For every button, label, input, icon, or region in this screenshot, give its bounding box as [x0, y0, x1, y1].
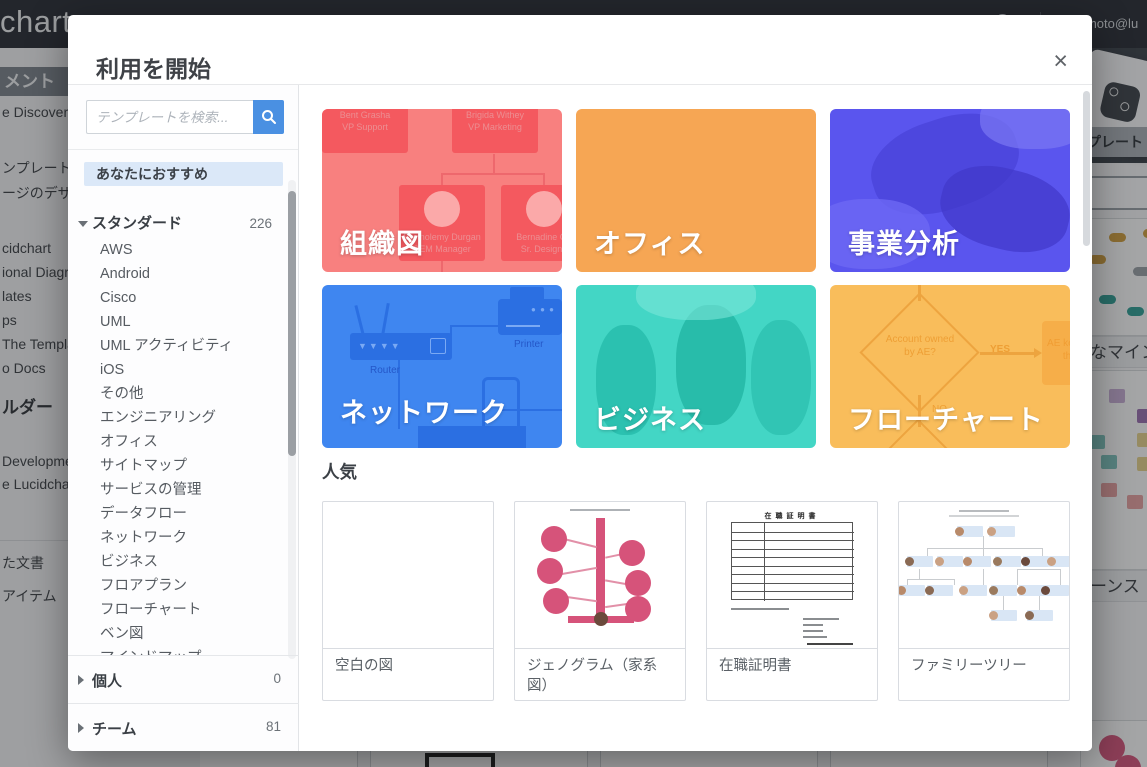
genogram-avatar: [594, 612, 608, 626]
search-button[interactable]: [253, 100, 284, 134]
tile-network[interactable]: ▼▼▼▼ Router ● ● ● Printer Smart Phone ネッ…: [322, 285, 562, 448]
category-item-network[interactable]: ネットワーク: [68, 526, 290, 550]
category-count: 0: [273, 671, 281, 686]
get-started-modal: 利用を開始 × あなたにおすすめ スタンダード 226 AWS Android …: [68, 15, 1092, 751]
search-icon: [261, 109, 277, 125]
category-item-office[interactable]: オフィス: [68, 430, 290, 454]
template-card-label: 空白の図: [323, 648, 493, 700]
chevron-right-icon: [78, 675, 84, 685]
popular-heading: 人気: [322, 459, 357, 484]
tile-flowchart[interactable]: Account owned by AE? YES AE keeps ownthe…: [830, 285, 1070, 448]
category-count: 226: [249, 210, 272, 238]
org-node: Bernadine GoSr. Designe: [501, 185, 562, 261]
template-category-panel: あなたにおすすめ スタンダード 226 AWS Android Cisco UM…: [68, 85, 299, 751]
category-item-venn[interactable]: ベン図: [68, 622, 290, 646]
blank-thumbnail: [323, 502, 493, 648]
chevron-down-icon: [78, 221, 88, 227]
tile-business[interactable]: ビジネス: [576, 285, 816, 448]
tile-org-chart[interactable]: Bent GrashaVP Support Brigida WitheyVP M…: [322, 109, 562, 272]
family-tree-thumbnail: [899, 502, 1069, 648]
modal-scrollbar-thumb[interactable]: [1083, 91, 1090, 246]
category-item-uml-activity[interactable]: UML アクティビティ: [68, 334, 290, 358]
template-card-label: ファミリーツリー: [899, 648, 1069, 700]
category-item-cisco[interactable]: Cisco: [68, 286, 290, 310]
template-card-family-tree[interactable]: ファミリーツリー: [898, 501, 1070, 701]
tile-business-analysis[interactable]: 事業分析: [830, 109, 1070, 272]
category-item-other[interactable]: その他: [68, 382, 290, 406]
template-card-genogram[interactable]: ジェノグラム（家系図）: [514, 501, 686, 701]
category-item-ios[interactable]: iOS: [68, 358, 290, 382]
modal-title: 利用を開始: [96, 50, 211, 84]
genogram-thumbnail: [515, 502, 685, 648]
category-item-android[interactable]: Android: [68, 262, 290, 286]
category-standard[interactable]: スタンダード 226: [68, 210, 290, 238]
router-shape: ▼▼▼▼: [350, 333, 452, 360]
search-input[interactable]: [86, 100, 253, 134]
certificate-thumbnail: 在職証明書: [707, 502, 877, 648]
flowchart-box: AE keeps ownthe acc: [1042, 321, 1070, 385]
template-gallery: Bent GrashaVP Support Brigida WitheyVP M…: [300, 85, 1092, 751]
printer-shape: ● ● ●: [498, 299, 562, 335]
category-item-uml[interactable]: UML: [68, 310, 290, 334]
panel-divider: [68, 149, 298, 150]
tile-office[interactable]: オフィス: [576, 109, 816, 272]
category-tree: スタンダード 226 AWS Android Cisco UML UML アクテ…: [68, 210, 290, 655]
category-item-service-mgmt[interactable]: サービスの管理: [68, 478, 290, 502]
org-node: Bent GrashaVP Support: [322, 109, 408, 153]
category-item-engineering[interactable]: エンジニアリング: [68, 406, 290, 430]
category-item-business[interactable]: ビジネス: [68, 550, 290, 574]
template-card-blank[interactable]: 空白の図: [322, 501, 494, 701]
close-icon[interactable]: ×: [1053, 49, 1068, 74]
category-count: 81: [266, 719, 281, 734]
chevron-right-icon: [78, 723, 84, 733]
panel-scrollbar-thumb[interactable]: [288, 191, 296, 456]
recommended-for-you[interactable]: あなたにおすすめ: [84, 162, 283, 186]
category-item-aws[interactable]: AWS: [68, 238, 290, 262]
org-node: Brigida WitheyVP Marketing: [452, 109, 538, 153]
category-item-mindmap[interactable]: マインドマップ: [68, 646, 290, 655]
category-item-dataflow[interactable]: データフロー: [68, 502, 290, 526]
category-item-flowchart[interactable]: フローチャート: [68, 598, 290, 622]
template-card-label: 在職証明書: [707, 648, 877, 700]
category-team[interactable]: チーム 81: [68, 703, 299, 751]
template-card-employment-certificate[interactable]: 在職証明書 在職証明書: [706, 501, 878, 701]
category-item-floorplan[interactable]: フロアプラン: [68, 574, 290, 598]
category-item-sitemap[interactable]: サイトマップ: [68, 454, 290, 478]
template-card-label: ジェノグラム（家系図）: [515, 648, 685, 700]
category-personal[interactable]: 個人 0: [68, 655, 299, 703]
